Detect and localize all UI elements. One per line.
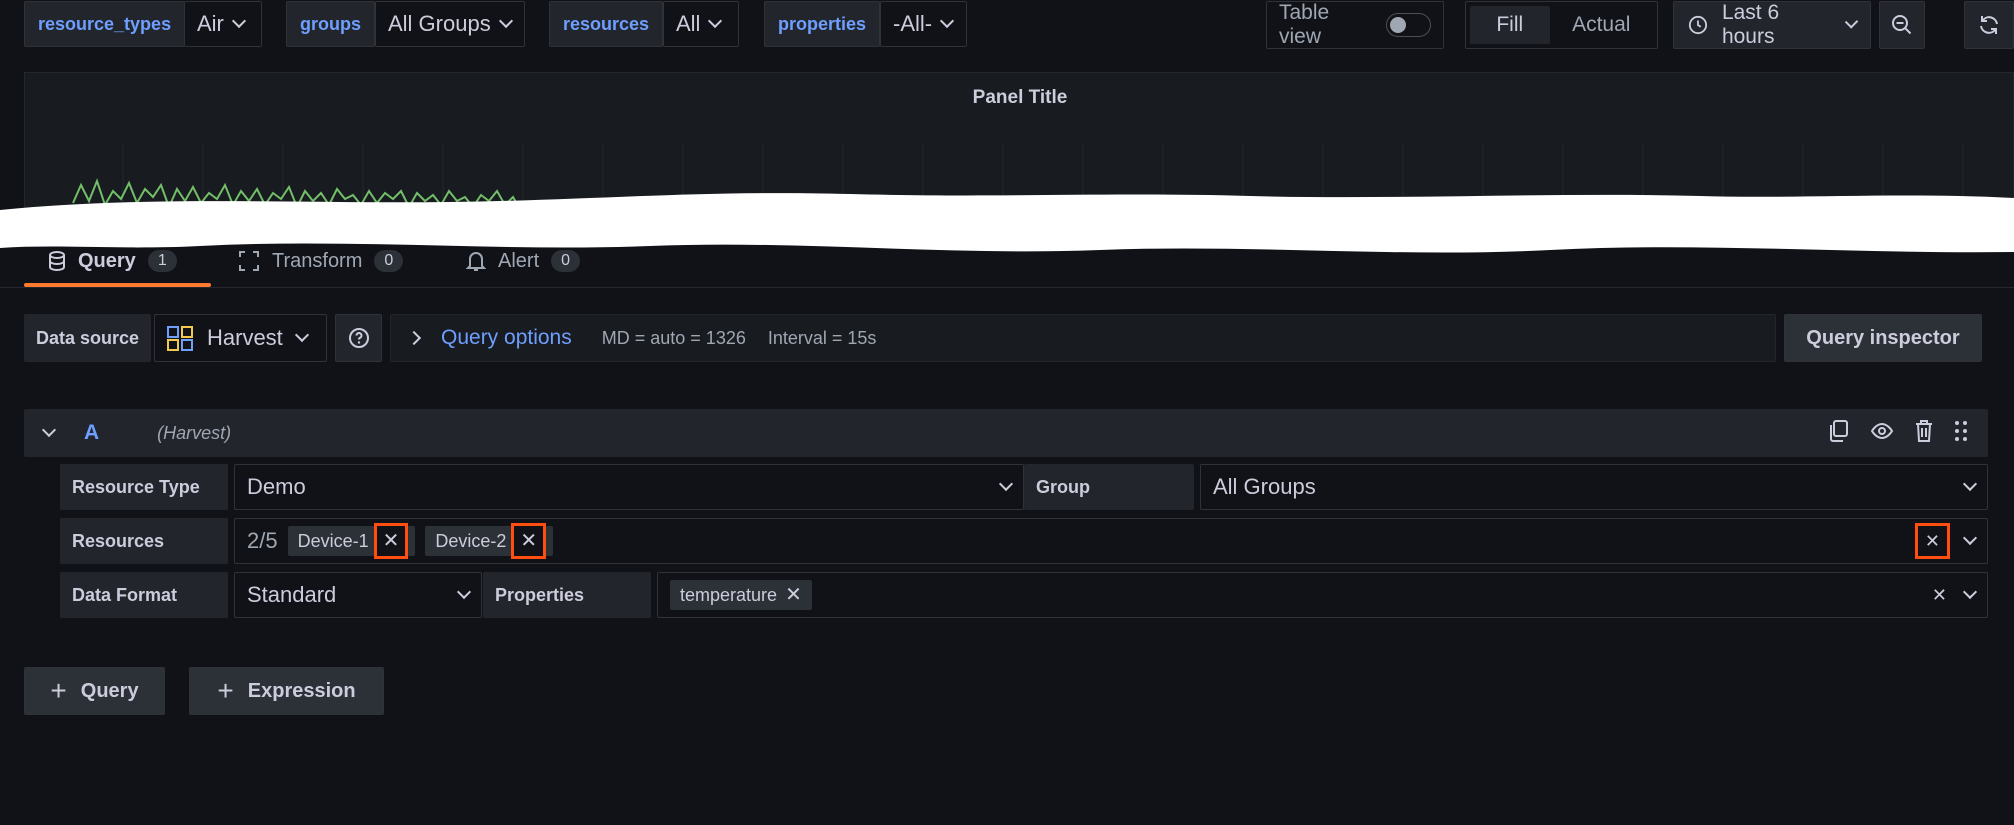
data-source-label: Data source: [24, 314, 152, 362]
resource-tag-device-2: Device-2 ✕: [425, 523, 554, 559]
property-tag-temperature: temperature ✕: [670, 580, 812, 610]
interval-info: Interval = 15s: [767, 327, 877, 348]
tab-transform-label: Transform: [272, 249, 363, 272]
trash-icon[interactable]: [1914, 419, 1934, 443]
chevron-down-icon: [708, 13, 723, 29]
resources-multiselect[interactable]: 2/5 Device-1 ✕ Device-2 ✕ ✕: [234, 518, 1988, 564]
refresh-icon: [1980, 16, 1998, 34]
tab-transform[interactable]: Transform 0: [238, 236, 404, 286]
time-range-picker[interactable]: Last 6 hours: [1673, 1, 1871, 49]
tab-alert[interactable]: Alert 0: [466, 236, 581, 286]
chevron-down-icon: [456, 584, 472, 600]
data-format-select[interactable]: Standard: [234, 572, 482, 618]
resources-selected-count: 2/5: [247, 528, 278, 553]
actual-button[interactable]: Actual: [1550, 6, 1653, 44]
resource-type-select[interactable]: Demo: [234, 464, 1024, 510]
query-options-toggle[interactable]: Query options: [441, 326, 572, 350]
active-tab-underline: [24, 283, 211, 287]
chevron-right-icon: [406, 330, 422, 346]
var-label-groups: groups: [286, 1, 375, 47]
data-format-label: Data Format: [60, 572, 228, 618]
chevron-down-icon: [1844, 15, 1859, 29]
chevron-down-icon[interactable]: [1962, 530, 1978, 546]
tab-query-label: Query: [78, 249, 136, 272]
resource-tag-device-1: Device-1 ✕: [287, 523, 416, 559]
query-datasource-hint: (Harvest): [157, 422, 232, 443]
properties-multiselect[interactable]: temperature ✕ ✕: [657, 572, 1988, 618]
query-row-actions: [1828, 419, 1968, 443]
clock-icon: [1688, 15, 1708, 35]
data-source-help-button[interactable]: [335, 314, 382, 362]
remove-temperature-icon[interactable]: ✕: [785, 585, 802, 605]
add-query-button[interactable]: + Query: [24, 667, 165, 715]
var-label-resources: resources: [549, 1, 664, 47]
table-view-toggle-group: Table view: [1266, 1, 1444, 49]
tab-alert-label: Alert: [498, 249, 540, 272]
plus-icon: +: [217, 675, 234, 706]
var-select-resource-types[interactable]: Air: [184, 1, 262, 47]
query-row-header[interactable]: A (Harvest): [24, 409, 1988, 457]
query-inspector-button[interactable]: Query inspector: [1784, 314, 1982, 362]
table-view-label: Table view: [1279, 1, 1330, 48]
tab-transform-count: 0: [374, 250, 404, 272]
table-view-switch[interactable]: [1386, 13, 1431, 37]
collapse-chevron-icon[interactable]: [41, 422, 57, 438]
resource-type-label: Resource Type: [60, 464, 228, 510]
eye-icon[interactable]: [1870, 419, 1894, 443]
chevron-down-icon: [231, 13, 246, 29]
query-options-bar[interactable]: Query options MD = auto = 1326 Interval …: [390, 314, 1776, 362]
resources-label: Resources: [60, 518, 228, 564]
var-select-groups[interactable]: All Groups: [375, 1, 525, 47]
zoom-out-icon: [1892, 15, 1912, 35]
harvest-logo-icon: [167, 326, 193, 351]
fill-actual-switch: Fill Actual: [1465, 1, 1658, 49]
zoom-out-button[interactable]: [1879, 1, 1925, 49]
tabs-divider: [0, 287, 2014, 288]
fill-button[interactable]: Fill: [1470, 6, 1550, 44]
database-icon: [49, 251, 65, 272]
plus-icon: +: [50, 675, 67, 706]
max-data-points-info: MD = auto = 1326: [601, 327, 746, 348]
chevron-down-icon: [498, 13, 513, 29]
var-select-properties[interactable]: -All-: [880, 1, 967, 47]
properties-label: Properties: [483, 572, 651, 618]
drag-handle-icon[interactable]: [1954, 419, 1968, 443]
var-label-resource-types: resource_types: [24, 1, 186, 47]
duplicate-icon[interactable]: [1828, 419, 1850, 443]
group-label: Group: [1024, 464, 1194, 510]
remove-device-2-icon[interactable]: ✕: [511, 523, 547, 559]
chevron-down-icon: [294, 327, 309, 343]
remove-device-1-icon[interactable]: ✕: [373, 523, 409, 559]
tab-query[interactable]: Query 1: [48, 236, 177, 286]
chevron-down-icon: [998, 476, 1014, 492]
transform-icon: [239, 251, 259, 271]
bell-icon: [466, 252, 486, 271]
data-source-picker[interactable]: Harvest: [154, 314, 327, 362]
chevron-down-icon[interactable]: [1962, 584, 1978, 600]
query-ref-id[interactable]: A: [84, 421, 99, 445]
refresh-button[interactable]: [1964, 1, 2014, 49]
chevron-down-icon: [1962, 476, 1978, 492]
clear-properties-icon[interactable]: ✕: [1932, 586, 1947, 604]
question-circle-icon: [348, 328, 369, 348]
add-expression-button[interactable]: + Expression: [189, 667, 384, 715]
tab-query-count: 1: [147, 250, 177, 272]
chevron-down-icon: [940, 13, 955, 29]
clear-resources-icon[interactable]: ✕: [1914, 523, 1951, 559]
var-label-properties: properties: [764, 1, 881, 47]
group-select[interactable]: All Groups: [1200, 464, 1988, 510]
tab-alert-count: 0: [551, 250, 581, 272]
var-select-resources[interactable]: All: [663, 1, 739, 47]
